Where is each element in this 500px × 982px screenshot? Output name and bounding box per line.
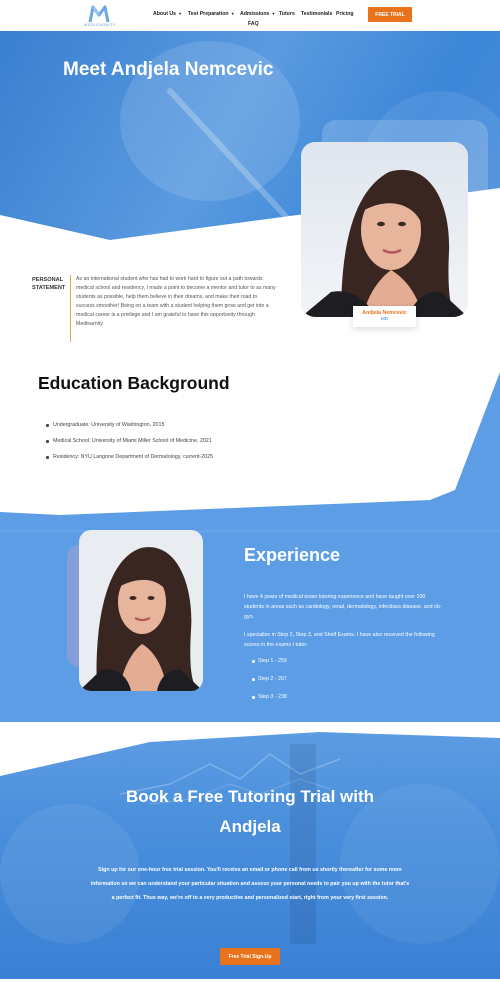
page-title: Meet Andjela Nemcevic (63, 59, 274, 80)
list-item: Residency: NYU Langone Department of Der… (46, 454, 213, 470)
education-list: Undergraduate: University of Washington,… (46, 422, 213, 470)
nav-about-us[interactable]: About Us ▾ (153, 11, 181, 17)
nav-label: Admissions (240, 11, 270, 17)
free-trial-signup-button[interactable]: Free Trial Sign-Up (220, 948, 280, 965)
list-item: Step 3 - 238 (252, 694, 287, 712)
cta-top-cut (0, 724, 500, 776)
chevron-down-icon: ▾ (179, 11, 182, 16)
free-trial-section (0, 724, 500, 979)
personal-statement-label: PERSONAL STATEMENT (32, 276, 65, 292)
nav-tutors[interactable]: Tutors (279, 11, 295, 17)
list-item: Step 1 - 259 (252, 658, 287, 676)
nav-pricing[interactable]: Pricing (336, 11, 354, 17)
nav-testimonials[interactable]: Testimonials (301, 11, 332, 17)
list-item: Undergraduate: University of Washington,… (46, 422, 213, 438)
tutor-portrait (301, 142, 468, 317)
personal-statement-text: As an international student who has had … (76, 276, 276, 328)
cta-heading-line1: Book a Free Tutoring Trial with (125, 787, 375, 806)
list-item: Step 2 - 267 (252, 676, 287, 694)
tutor-name: Andjela Nemcevic (362, 310, 407, 316)
nav-admissions[interactable]: Admissions ▾ (240, 11, 274, 17)
tutor-photo (301, 169, 468, 317)
top-navigation: MEDLEARNITY About Us ▾ Test Preparation ▾ … (0, 0, 500, 31)
statement-divider (70, 275, 71, 342)
nav-label: About Us (153, 11, 177, 17)
chevron-down-icon: ▾ (231, 11, 234, 16)
logo-text: MEDLEARNITY (84, 22, 116, 27)
nav-test-preparation[interactable]: Test Preparation ▾ (188, 11, 234, 17)
nav-label: Test Preparation (188, 11, 229, 17)
cta-description: Sign up for our one-hour free trial sess… (90, 867, 410, 901)
tutor-credential: MD (380, 317, 389, 322)
experience-paragraph: I have 4 years of medical exam tutoring … (244, 594, 442, 620)
cta-heading-line2: Andjela (219, 817, 281, 836)
chevron-down-icon: ▾ (272, 11, 275, 16)
tutor-portrait-secondary (79, 530, 203, 691)
education-heading: Education Background (38, 373, 230, 393)
tutor-photo (79, 547, 203, 691)
scores-list: Step 1 - 259 Step 2 - 267 Step 3 - 238 (252, 658, 287, 712)
free-trial-button[interactable]: FREE TRIAL (368, 7, 412, 22)
label-line: PERSONAL (32, 277, 64, 283)
experience-heading: Experience (244, 545, 341, 565)
tutor-name-badge: Andjela Nemcevic MD (353, 306, 416, 327)
nav-faq[interactable]: FAQ (248, 21, 259, 27)
label-line: STATEMENT (32, 285, 66, 291)
list-item: Medical School: University of Miami Mill… (46, 438, 213, 454)
experience-paragraph: I specialize in Step 2, Step 3, and Shel… (244, 632, 435, 648)
